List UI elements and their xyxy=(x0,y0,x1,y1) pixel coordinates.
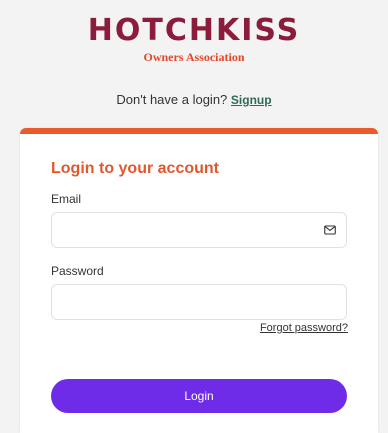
email-label: Email xyxy=(51,192,82,206)
brand-subtitle: Owners Association xyxy=(143,50,245,64)
signup-link[interactable]: Signup xyxy=(231,93,272,107)
signup-prompt-text: Don't have a login? xyxy=(116,92,228,107)
forgot-password-link[interactable]: Forgot password? xyxy=(260,322,348,334)
mail-icon xyxy=(324,225,336,235)
signup-prompt-line: Don't have a login? Signup xyxy=(0,92,388,107)
password-field-wrapper xyxy=(51,284,347,320)
login-button[interactable]: Login xyxy=(51,379,347,413)
password-field[interactable] xyxy=(52,285,346,319)
brand-name: HOTCHKISS xyxy=(87,13,301,48)
login-card: Login to your account Email Password For… xyxy=(20,128,378,433)
logo: HOTCHKISS Owners Association xyxy=(0,14,388,65)
login-page: HOTCHKISS Owners Association Don't have … xyxy=(0,0,388,433)
email-field-wrapper xyxy=(51,212,347,248)
email-field[interactable] xyxy=(52,213,346,247)
login-title: Login to your account xyxy=(51,160,219,177)
password-label: Password xyxy=(51,264,104,278)
